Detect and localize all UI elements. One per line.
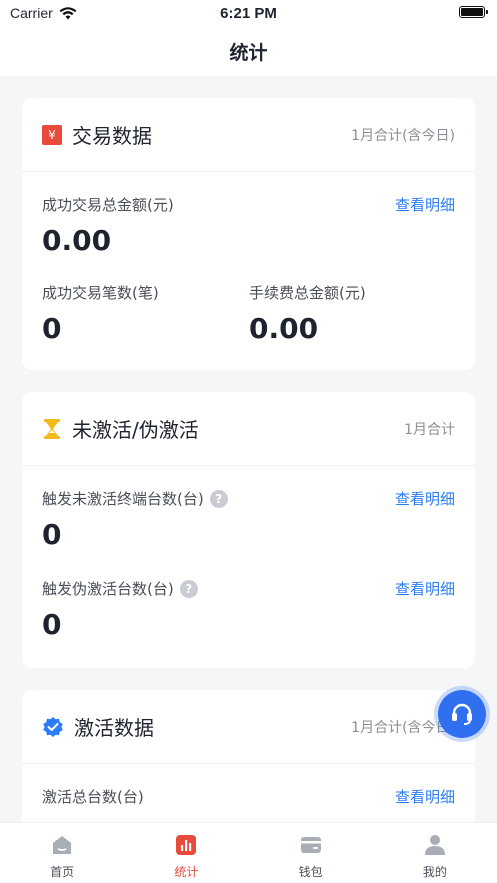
stats-icon bbox=[176, 835, 197, 855]
profile-icon bbox=[424, 835, 445, 855]
activation-card: 激活数据 1月合计(含今日) 激活总台数(台) 查看明细 bbox=[22, 690, 475, 822]
inactive-card-title: 未激活/伪激活 bbox=[72, 418, 199, 442]
activation-card-title: 激活数据 bbox=[74, 716, 154, 740]
activation-card-header: 激活数据 1月合计(含今日) bbox=[22, 690, 475, 764]
transaction-card: ¥ 交易数据 1月合计(含今日) 成功交易总金额(元) 查看明细 0.00 成功… bbox=[22, 98, 475, 370]
unactivated-label: 触发未激活终端台数(台) bbox=[42, 490, 204, 508]
customer-service-button[interactable] bbox=[438, 690, 486, 738]
tab-profile[interactable]: 我的 bbox=[373, 823, 497, 883]
tab-wallet-label: 钱包 bbox=[298, 865, 323, 879]
total-label: 激活总台数(台) bbox=[42, 788, 144, 806]
unactivated-value: 0 bbox=[42, 518, 62, 551]
amount-value: 0.00 bbox=[42, 224, 112, 257]
help-icon[interactable]: ? bbox=[209, 489, 228, 508]
inactive-card: 未激活/伪激活 1月合计 触发未激活终端台数(台) ? 查看明细 0 触发伪激活… bbox=[22, 392, 475, 668]
nav-header: 统计 bbox=[0, 26, 497, 76]
inactive-card-header: 未激活/伪激活 1月合计 bbox=[22, 392, 475, 466]
help-icon[interactable]: ? bbox=[179, 579, 198, 598]
battery-icon bbox=[459, 6, 488, 18]
hourglass-icon bbox=[44, 418, 60, 439]
inactive-period: 1月合计 bbox=[404, 421, 455, 438]
fake-value: 0 bbox=[42, 608, 62, 641]
status-bar: Carrier 6:21 PM bbox=[0, 0, 497, 26]
count-value: 0 bbox=[42, 312, 62, 345]
transaction-detail-link[interactable]: 查看明细 bbox=[395, 194, 455, 215]
fee-value: 0.00 bbox=[249, 312, 319, 345]
tab-home-label: 首页 bbox=[50, 865, 75, 879]
home-icon bbox=[53, 836, 72, 854]
fee-label: 手续费总金额(元) bbox=[249, 284, 366, 302]
tab-bar: 首页 统计 钱包 我的 bbox=[0, 822, 497, 883]
wallet-icon bbox=[300, 837, 321, 853]
main-content[interactable]: ¥ 交易数据 1月合计(含今日) 成功交易总金额(元) 查看明细 0.00 成功… bbox=[0, 76, 497, 822]
unactivated-label-row: 触发未激活终端台数(台) ? bbox=[42, 488, 228, 509]
transaction-card-title: 交易数据 bbox=[72, 124, 152, 148]
verify-icon bbox=[43, 716, 63, 737]
yen-icon: ¥ bbox=[42, 124, 62, 145]
fake-detail-link[interactable]: 查看明细 bbox=[395, 578, 455, 599]
tab-home[interactable]: 首页 bbox=[0, 823, 124, 883]
status-time: 6:21 PM bbox=[220, 4, 277, 22]
count-label: 成功交易笔数(笔) bbox=[42, 284, 159, 302]
unactivated-detail-link[interactable]: 查看明细 bbox=[395, 488, 455, 509]
tab-profile-label: 我的 bbox=[422, 865, 447, 879]
fake-label: 触发伪激活台数(台) bbox=[42, 580, 174, 598]
headset-icon bbox=[452, 703, 472, 725]
tab-wallet[interactable]: 钱包 bbox=[249, 823, 373, 883]
page-title: 统计 bbox=[229, 41, 268, 64]
transaction-card-header: ¥ 交易数据 1月合计(含今日) bbox=[22, 98, 475, 172]
activation-detail-link[interactable]: 查看明细 bbox=[395, 786, 455, 807]
fake-label-row: 触发伪激活台数(台) ? bbox=[42, 578, 198, 599]
transaction-period: 1月合计(含今日) bbox=[351, 127, 455, 144]
tab-stats-label: 统计 bbox=[174, 865, 199, 879]
amount-label: 成功交易总金额(元) bbox=[42, 196, 174, 214]
tab-stats[interactable]: 统计 bbox=[124, 823, 248, 883]
